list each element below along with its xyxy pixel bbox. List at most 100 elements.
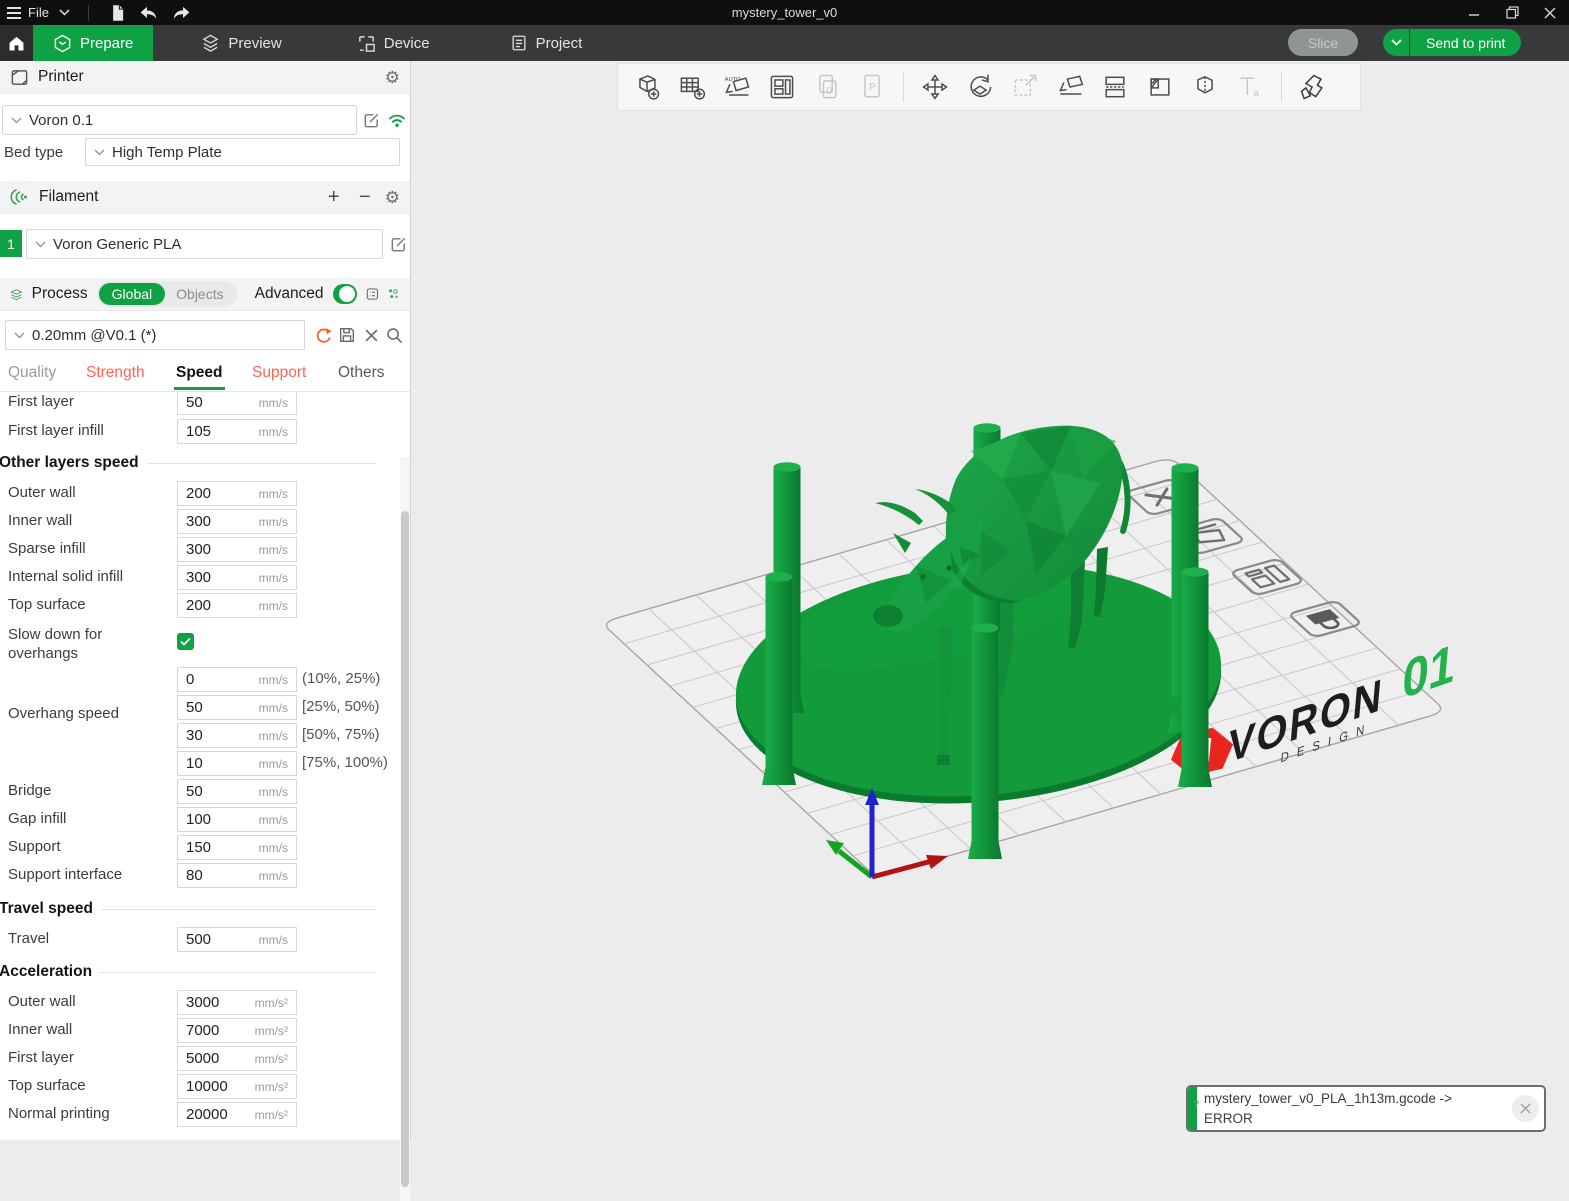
text-tool-button[interactable]: a (1233, 70, 1267, 104)
copy-button[interactable]: 0 (810, 70, 844, 104)
overhang-speed-input-4[interactable]: 10mm/s (177, 751, 297, 776)
top-surface-speed-input[interactable]: 200mm/s (177, 593, 297, 618)
filament-section-title: Filament (39, 188, 98, 206)
support-speed-input[interactable]: 150mm/s (177, 835, 297, 860)
send-options-button[interactable] (1383, 29, 1409, 56)
travel-speed-input[interactable]: 500mm/s (177, 927, 297, 952)
chevron-down-icon (94, 149, 105, 156)
setting-row: Top surface 200mm/s (0, 593, 400, 619)
sidebar-scrollbar[interactable] (400, 457, 410, 1201)
split-to-objects-icon (1145, 72, 1175, 102)
gap-infill-speed-input[interactable]: 100mm/s (177, 807, 297, 832)
param-tree-icon[interactable] (387, 284, 400, 304)
tab-prepare[interactable]: Prepare (33, 25, 153, 61)
redo-icon[interactable] (170, 3, 193, 23)
tab-project[interactable]: Project (490, 25, 603, 61)
setting-row: Sparse infill 300mm/s (0, 537, 400, 563)
first-layer-infill-speed-input[interactable]: 105mm/s (177, 419, 297, 444)
bed-type-select[interactable]: High Temp Plate (85, 138, 400, 166)
top-surface-accel-input[interactable]: 10000mm/s² (177, 1074, 297, 1099)
printer-settings-gear-icon[interactable]: ⚙ (385, 69, 400, 86)
toolbar-separator (1281, 72, 1282, 102)
filament-select[interactable]: Voron Generic PLA (26, 229, 383, 259)
tab-quality[interactable]: Quality (8, 364, 56, 382)
param-list-icon[interactable] (366, 284, 379, 304)
new-project-icon[interactable] (107, 3, 127, 23)
slow-down-overhangs-checkbox[interactable] (177, 633, 194, 650)
scope-global[interactable]: Global (99, 283, 165, 305)
overhang-speed-input-3[interactable]: 30mm/s (177, 723, 297, 748)
printer-select[interactable]: Voron 0.1 (2, 105, 357, 135)
clear-profile-button[interactable] (360, 324, 382, 346)
search-settings-button[interactable] (383, 324, 405, 346)
tab-others[interactable]: Others (338, 364, 385, 382)
tab-strength[interactable]: Strength (86, 364, 145, 382)
bridge-speed-input[interactable]: 50mm/s (177, 779, 297, 804)
printer-icon (10, 68, 29, 87)
minimize-button[interactable] (1455, 0, 1493, 25)
toast-close-button[interactable] (1512, 1095, 1539, 1122)
chevron-down-icon[interactable] (59, 9, 70, 16)
reset-profile-button[interactable] (312, 324, 334, 346)
internal-solid-infill-speed-input[interactable]: 300mm/s (177, 565, 297, 590)
tab-preview[interactable]: Preview (181, 25, 301, 61)
setting-row: Slow down for overhangs (0, 623, 400, 663)
add-model-button[interactable] (630, 70, 664, 104)
slice-button[interactable]: Slice (1288, 29, 1358, 56)
scrollbar-thumb[interactable] (401, 511, 409, 1187)
home-button[interactable] (0, 25, 33, 61)
edit-filament-button[interactable] (387, 233, 409, 255)
main-menu-button[interactable]: File (6, 5, 49, 20)
advanced-toggle[interactable] (333, 284, 357, 304)
process-scope-toggle[interactable]: Global Objects (97, 281, 237, 307)
inner-wall-accel-input[interactable]: 7000mm/s² (177, 1018, 297, 1043)
paste-button[interactable]: P (855, 70, 889, 104)
overhang-range: [50%, 75%) (302, 726, 380, 743)
first-layer-accel-input[interactable]: 5000mm/s² (177, 1046, 297, 1071)
prepare-icon (53, 34, 72, 53)
undo-icon[interactable] (137, 3, 160, 23)
setting-row: Gap infill 100mm/s (0, 807, 400, 833)
tab-speed[interactable]: Speed (176, 364, 223, 382)
filament-slot-badge[interactable]: 1 (0, 230, 22, 257)
close-button[interactable] (1531, 0, 1569, 25)
scale-button[interactable] (1008, 70, 1042, 104)
arrange-button[interactable] (765, 70, 799, 104)
support-interface-speed-input[interactable]: 80mm/s (177, 863, 297, 888)
svg-text:0: 0 (827, 86, 833, 97)
edit-printer-button[interactable] (360, 109, 382, 131)
reset-icon (314, 326, 333, 345)
lay-on-face-button[interactable] (1053, 70, 1087, 104)
setting-label: First layer (8, 393, 74, 410)
normal-printing-accel-input[interactable]: 20000mm/s² (177, 1102, 297, 1127)
split-to-plates-button[interactable] (1098, 70, 1132, 104)
sparse-infill-speed-input[interactable]: 300mm/s (177, 537, 297, 562)
save-profile-button[interactable] (336, 324, 358, 346)
first-layer-speed-input[interactable]: 50mm/s (177, 392, 297, 415)
split-to-parts-button[interactable] (1188, 70, 1222, 104)
printer-connection-button[interactable] (386, 109, 408, 131)
assembly-view-button[interactable] (1296, 70, 1330, 104)
tab-support[interactable]: Support (252, 364, 306, 382)
outer-wall-accel-input[interactable]: 3000mm/s² (177, 990, 297, 1015)
tab-device[interactable]: Device (337, 25, 450, 61)
move-button[interactable] (918, 70, 952, 104)
outer-wall-speed-input[interactable]: 200mm/s (177, 481, 297, 506)
add-plate-button[interactable] (675, 70, 709, 104)
overhang-speed-input-1[interactable]: 0mm/s (177, 667, 297, 692)
scope-objects[interactable]: Objects (165, 286, 234, 302)
send-to-print-button[interactable]: Send to print (1410, 29, 1521, 56)
setting-row: Outer wall 3000mm/s² (0, 990, 400, 1016)
rotate-button[interactable] (963, 70, 997, 104)
add-filament-button[interactable]: + (323, 187, 345, 207)
viewport-3d[interactable]: VORON DESIGN 01 (411, 61, 1569, 1140)
remove-filament-button[interactable]: − (354, 187, 376, 207)
plate-number-text: 01 (1400, 633, 1458, 711)
auto-orient-button[interactable]: AUTO (720, 70, 754, 104)
split-to-objects-button[interactable] (1143, 70, 1177, 104)
inner-wall-speed-input[interactable]: 300mm/s (177, 509, 297, 534)
restore-button[interactable] (1493, 0, 1531, 25)
overhang-speed-input-2[interactable]: 50mm/s (177, 695, 297, 720)
filament-settings-gear-icon[interactable]: ⚙ (385, 189, 400, 206)
process-profile-select[interactable]: 0.20mm @V0.1 (*) (5, 320, 305, 350)
